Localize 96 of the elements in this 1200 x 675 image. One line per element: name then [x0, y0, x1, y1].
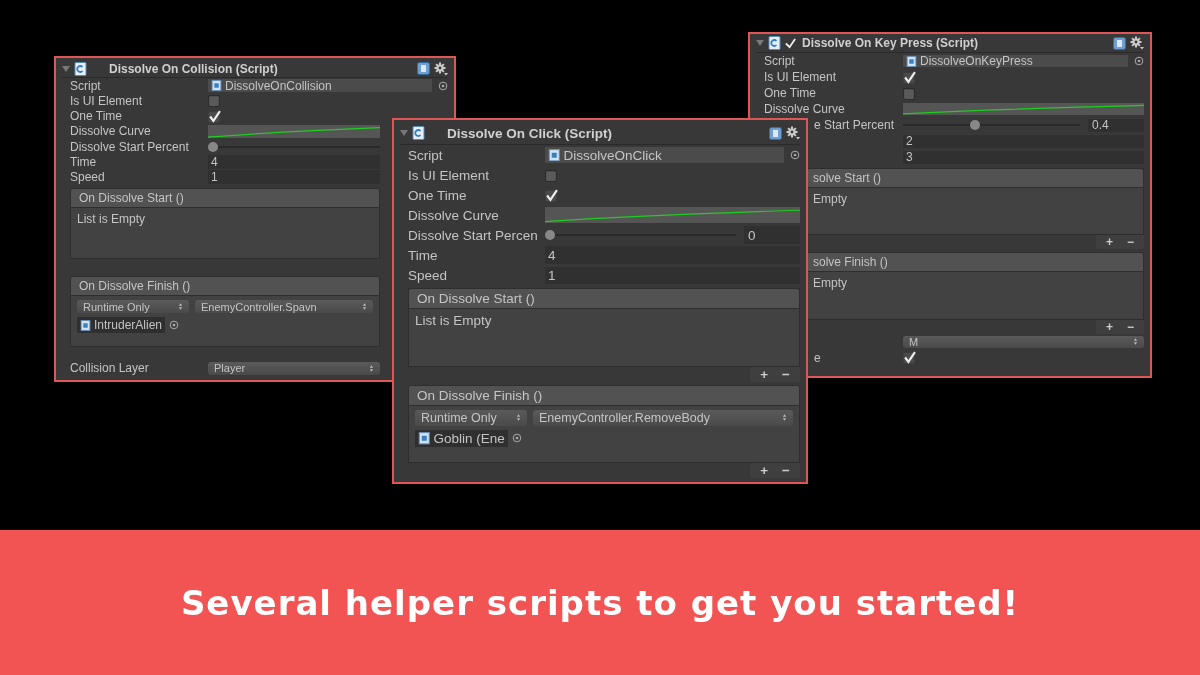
file-icon	[906, 55, 917, 67]
empty-list-text: List is Empty	[77, 211, 145, 226]
slider[interactable]	[545, 230, 736, 241]
number-field[interactable]: 1	[545, 266, 800, 284]
dropdown-arrows-icon	[178, 302, 183, 311]
slider[interactable]	[903, 120, 1080, 130]
field-label: Script	[408, 147, 443, 163]
list-button[interactable]: −	[1127, 319, 1134, 334]
component-title: Dissolve On Key Press (Script)	[802, 36, 980, 50]
object-picker-icon[interactable]	[790, 150, 800, 160]
dropdown[interactable]: Runtime Only	[77, 299, 189, 314]
dropdown-arrows-icon	[369, 363, 374, 373]
dropdown-arrows-icon	[782, 413, 787, 423]
script-icon	[768, 36, 781, 50]
object-picker-icon[interactable]	[438, 80, 448, 91]
object-picker-icon[interactable]	[169, 320, 180, 331]
checkbox[interactable]	[545, 168, 558, 182]
field-label: Script	[764, 54, 795, 68]
number-field[interactable]: 3	[903, 150, 1144, 164]
field-label: e Start Percent	[814, 118, 895, 132]
dropdown-arrows-icon	[516, 413, 521, 423]
script-field[interactable]: DissolveOnKeyPress	[903, 55, 1128, 67]
triangle-icon[interactable]	[400, 129, 408, 137]
list-button[interactable]: −	[782, 366, 790, 382]
dropdown[interactable]: Runtime Only	[415, 409, 527, 426]
list-button[interactable]: −	[782, 463, 790, 479]
component-title: Dissolve On Collision (Script)	[109, 61, 279, 76]
triangle-icon[interactable]	[62, 64, 70, 73]
field-label: Is UI Element	[408, 167, 490, 183]
value-field[interactable]: 0.4	[1088, 118, 1144, 132]
gear-icon[interactable]	[434, 61, 448, 76]
gear-icon[interactable]	[1130, 36, 1144, 50]
field-label: One Time	[764, 86, 817, 100]
object-picker-icon[interactable]	[511, 433, 522, 444]
field-label: Speed	[408, 267, 448, 283]
field-label: Speed	[70, 170, 105, 185]
gear-icon[interactable]	[786, 126, 800, 140]
curve-field[interactable]	[903, 103, 1144, 115]
component-title: Dissolve On Click (Script)	[447, 125, 614, 141]
object-field[interactable]: Goblin (Ene	[415, 429, 508, 447]
object-field[interactable]: IntruderAlien	[77, 317, 166, 334]
number-field[interactable]: 2	[903, 134, 1144, 148]
object-picker-icon[interactable]	[1134, 56, 1144, 66]
script-field[interactable]: DissolveOnCollision	[208, 78, 432, 93]
value-field[interactable]: 0	[744, 226, 800, 244]
field-label: Collision Layer	[70, 361, 149, 376]
curve-field[interactable]	[208, 124, 380, 139]
field-label: Dissolve Start Percen	[408, 227, 538, 243]
list-button[interactable]: +	[760, 463, 769, 479]
field-label: Script	[70, 78, 101, 93]
script-icon	[412, 126, 425, 140]
file-icon	[80, 319, 91, 331]
book-icon[interactable]	[1113, 36, 1126, 50]
number-field[interactable]: 4	[208, 154, 380, 170]
field-label: Dissolve Curve	[70, 124, 151, 139]
checkbox[interactable]	[903, 86, 916, 100]
field-label: Is UI Element	[70, 93, 143, 108]
event-header: On Dissolve Start ()	[70, 187, 380, 208]
event-header: On Dissolve Start ()	[408, 288, 800, 310]
field-label: Time	[408, 247, 438, 263]
event-header: On Dissolve Finish ()	[408, 384, 800, 406]
dropdown[interactable]: M	[903, 335, 1144, 348]
banner-text: Several helper scripts to get you started!	[180, 582, 1020, 623]
dropdown-arrows-icon	[362, 302, 367, 311]
dropdown[interactable]: Player	[208, 361, 380, 376]
slider[interactable]	[208, 141, 380, 152]
script-field[interactable]: DissolveOnClick	[545, 146, 784, 164]
dropdown[interactable]: EnemyController.RemoveBody	[533, 409, 793, 426]
book-icon[interactable]	[417, 62, 430, 75]
book-icon[interactable]	[769, 126, 782, 140]
field-label: One Time	[70, 109, 123, 124]
event-header: On Dissolve Finish ()	[70, 275, 380, 296]
list-button[interactable]: −	[1127, 235, 1134, 250]
file-icon	[211, 80, 222, 92]
list-button[interactable]: +	[760, 366, 769, 382]
field-label: Dissolve Curve	[408, 207, 499, 223]
list-button[interactable]: +	[1105, 319, 1113, 334]
checkbox[interactable]	[208, 94, 221, 108]
field-label: Dissolve Curve	[764, 102, 845, 116]
empty-list-text: Empty	[813, 276, 847, 291]
script-icon	[74, 61, 87, 76]
empty-list-text: Empty	[813, 192, 847, 206]
field-label: e	[814, 350, 821, 365]
field-label: Is UI Element	[764, 70, 837, 84]
dropdown[interactable]: EnemyController.Spavn	[195, 299, 373, 314]
field-label: One Time	[408, 187, 467, 203]
field-label: Dissolve Start Percent	[70, 139, 189, 154]
dropdown-arrows-icon	[1133, 337, 1138, 347]
number-field[interactable]: 1	[208, 169, 380, 185]
triangle-icon[interactable]	[756, 39, 764, 47]
file-icon	[418, 432, 431, 445]
field-label: Time	[70, 154, 97, 169]
empty-list-text: List is Empty	[415, 313, 492, 329]
list-button[interactable]: +	[1105, 235, 1113, 250]
file-icon	[548, 148, 561, 162]
number-field[interactable]: 4	[545, 246, 800, 264]
